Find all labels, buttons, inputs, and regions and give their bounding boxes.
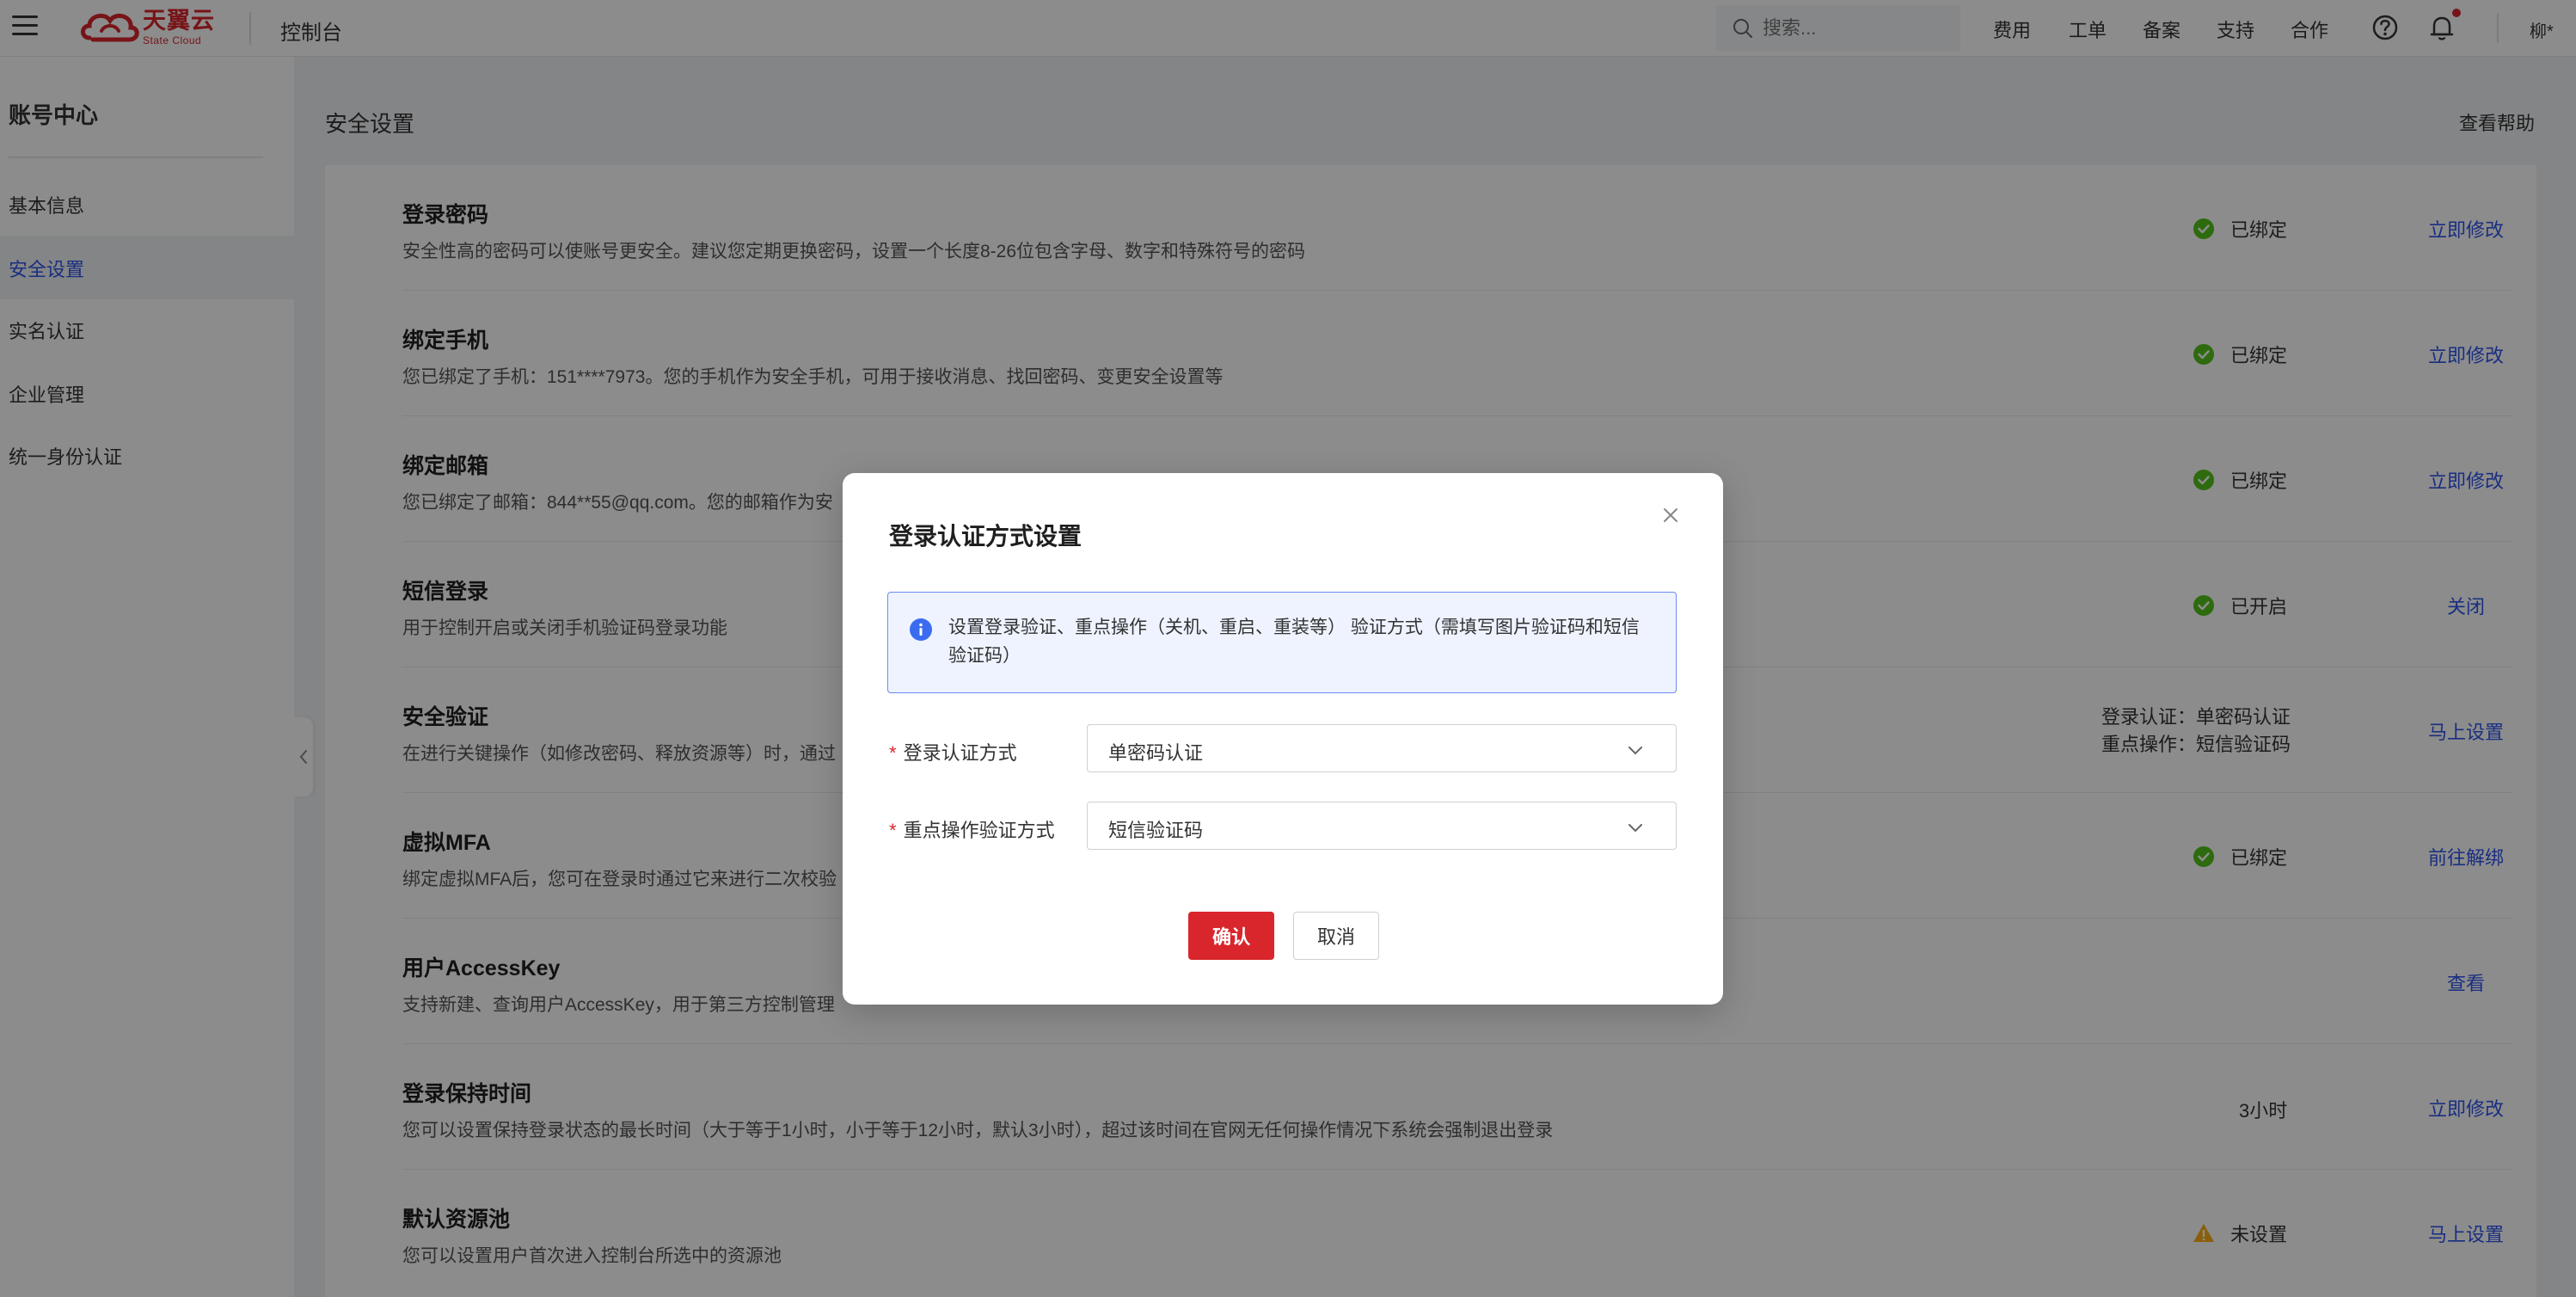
- required-asterisk: *: [889, 742, 897, 764]
- select-value: 单密码认证: [1108, 742, 1204, 764]
- chevron-down-icon: [1628, 747, 1642, 755]
- info-icon: [910, 618, 932, 641]
- critical-op-auth-label: * 重点操作验证方式: [889, 820, 1055, 841]
- modal-title: 登录认证方式设置: [889, 523, 1083, 550]
- close-icon[interactable]: [1658, 502, 1684, 528]
- select-value: 短信验证码: [1108, 820, 1204, 841]
- login-auth-label: * 登录认证方式: [889, 742, 1017, 764]
- login-auth-modal: 登录认证方式设置 设置登录验证、重点操作（关机、重启、重装等） 验证方式（需填写…: [843, 473, 1723, 1005]
- chevron-down-icon: [1628, 824, 1642, 833]
- login-auth-select[interactable]: 单密码认证: [1087, 724, 1677, 772]
- info-alert: 设置登录验证、重点操作（关机、重启、重装等） 验证方式（需填写图片验证码和短信验…: [887, 592, 1677, 693]
- required-asterisk: *: [889, 820, 897, 841]
- info-text: 设置登录验证、重点操作（关机、重启、重装等） 验证方式（需填写图片验证码和短信验…: [948, 618, 1640, 666]
- critical-op-auth-select[interactable]: 短信验证码: [1087, 802, 1677, 850]
- confirm-button[interactable]: 确认: [1188, 912, 1274, 960]
- cancel-button[interactable]: 取消: [1293, 912, 1379, 960]
